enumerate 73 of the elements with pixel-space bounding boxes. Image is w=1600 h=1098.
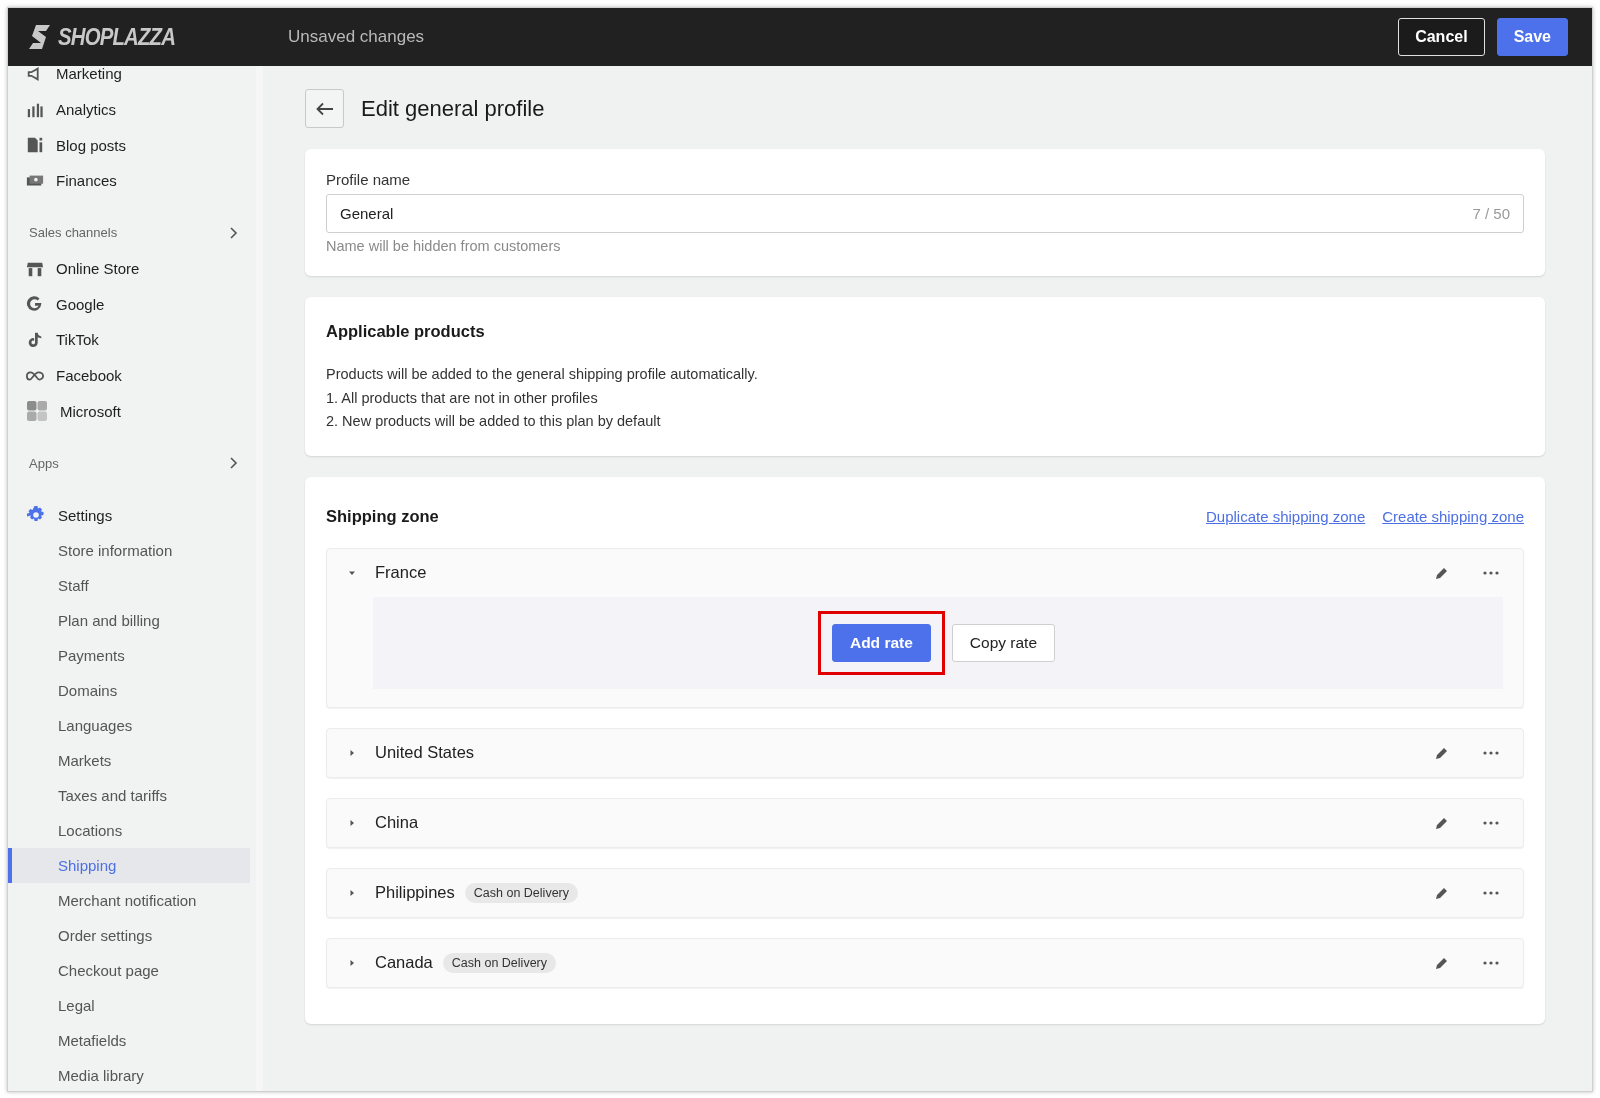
arrow-left-icon: [315, 101, 334, 116]
nav-item[interactable]: Blog posts: [8, 127, 256, 164]
logo-text: SHOPLAZZA: [58, 23, 175, 51]
link[interactable]: Duplicate shipping zone: [1205, 507, 1366, 525]
nav-item[interactable]: Online Store: [8, 250, 256, 287]
nav-subitem[interactable]: Payments: [8, 637, 250, 673]
nav-item[interactable]: Marketing: [8, 66, 256, 92]
nav-subitem[interactable]: Plan and billing: [8, 602, 250, 638]
nav-item[interactable]: Analytics: [8, 91, 256, 128]
nav-item[interactable]: Finances: [8, 163, 256, 199]
nav-subitem[interactable]: Shipping: [8, 847, 250, 883]
more-icon: [1483, 960, 1499, 965]
zone-name: United States: [375, 743, 475, 762]
cancel-button[interactable]: Cancel: [1398, 18, 1485, 56]
section-header[interactable]: Sales channels: [8, 214, 256, 251]
pencil-icon: [1435, 815, 1449, 830]
nav-subitem[interactable]: Markets: [8, 742, 250, 778]
nav-item[interactable]: Settings: [8, 497, 256, 533]
nav-subitem[interactable]: Metafields: [8, 1022, 250, 1058]
more-icon: [1483, 890, 1499, 895]
more-icon: [1483, 750, 1499, 755]
pencil-icon: [1435, 745, 1449, 760]
card-title: Applicable products: [326, 322, 486, 341]
chevron-right-icon: [228, 457, 238, 470]
field-label: Profile name: [326, 171, 412, 188]
back-button[interactable]: [305, 89, 344, 128]
windows-logo-icon: [26, 400, 48, 423]
nav-subitem[interactable]: Media library: [8, 1057, 250, 1091]
page-title: Edit general profile: [361, 95, 545, 122]
more-icon: [1483, 570, 1499, 575]
character-counter: 7 / 50: [1472, 205, 1510, 222]
zone-name: Canada: [375, 953, 433, 972]
nav-subitem[interactable]: Order settings: [8, 917, 250, 953]
pencil-icon: [1435, 565, 1449, 580]
pencil-icon: [1435, 955, 1449, 970]
zone-name: France: [375, 563, 427, 582]
status-text: Unsaved changes: [288, 27, 426, 47]
description-text: 2. New products will be added to this plan by default: [326, 412, 662, 431]
description-text: 1. All products that are not in other profiles: [326, 388, 599, 408]
nav-subitem[interactable]: Domains: [8, 672, 250, 708]
nav-subitem[interactable]: Checkout page: [8, 952, 250, 988]
help-text: Name will be hidden from customers: [326, 238, 562, 254]
chevron-right-icon: [228, 226, 238, 239]
nav-subitem[interactable]: Store information: [8, 532, 250, 568]
logo-icon: [28, 24, 52, 50]
nav-subitem[interactable]: Locations: [8, 812, 250, 848]
zone-name: Philippines: [375, 883, 455, 902]
nav-subitem[interactable]: Taxes and tariffs: [8, 777, 250, 813]
section-header[interactable]: Apps: [8, 445, 256, 482]
nav-subitem[interactable]: Legal: [8, 987, 250, 1023]
music-note-icon: [26, 330, 44, 349]
nav-item[interactable]: Microsoft: [8, 393, 256, 430]
nav-item[interactable]: TikTok: [8, 322, 256, 358]
tag: Cash on Delivery: [442, 952, 556, 973]
tag: Cash on Delivery: [464, 882, 578, 903]
letter-g-icon: [26, 295, 44, 314]
text-field[interactable]: General 7 / 50: [326, 194, 1524, 233]
card-title: Shipping zone: [326, 506, 439, 526]
add-rate-button[interactable]: Add rate: [831, 623, 931, 662]
document-icon: [26, 136, 44, 155]
nav-item[interactable]: Facebook: [8, 357, 256, 394]
input-field[interactable]: General: [340, 205, 1473, 222]
nav-subitem[interactable]: Languages: [8, 707, 250, 743]
zone-name: China: [375, 813, 419, 832]
save-button[interactable]: Save: [1496, 18, 1568, 56]
pencil-icon: [1435, 885, 1449, 900]
nav-item[interactable]: Google: [8, 286, 256, 323]
description-text: Products will be added to the general shipping profile automatically.: [326, 365, 759, 384]
copy-rate-button[interactable]: Copy rate: [951, 623, 1056, 662]
more-icon: [1483, 820, 1499, 825]
nav-subitem[interactable]: Merchant notification: [8, 882, 250, 918]
link[interactable]: Create shipping zone: [1382, 507, 1524, 525]
nav-subitem[interactable]: Staff: [8, 567, 250, 603]
